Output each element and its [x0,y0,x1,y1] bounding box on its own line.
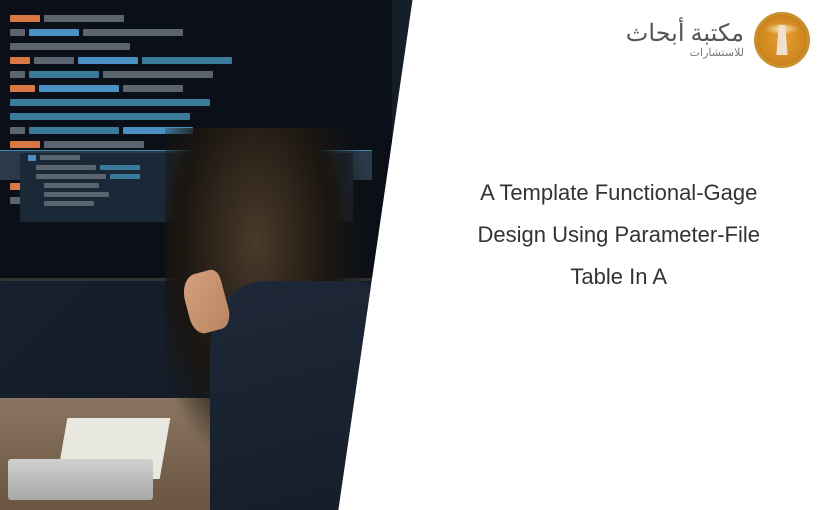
lighthouse-icon [754,12,810,68]
hero-image [0,0,413,510]
logo-secondary-text: للاستشارات [626,46,744,59]
keyboard [8,459,152,500]
brand-logo: مكتبة أبحاث للاستشارات [626,12,810,68]
content-area: مكتبة أبحاث للاستشارات A Template Functi… [413,0,825,510]
page-title: A Template Functional-Gage Design Using … [453,172,786,297]
logo-primary-text: مكتبة أبحاث [626,22,744,46]
